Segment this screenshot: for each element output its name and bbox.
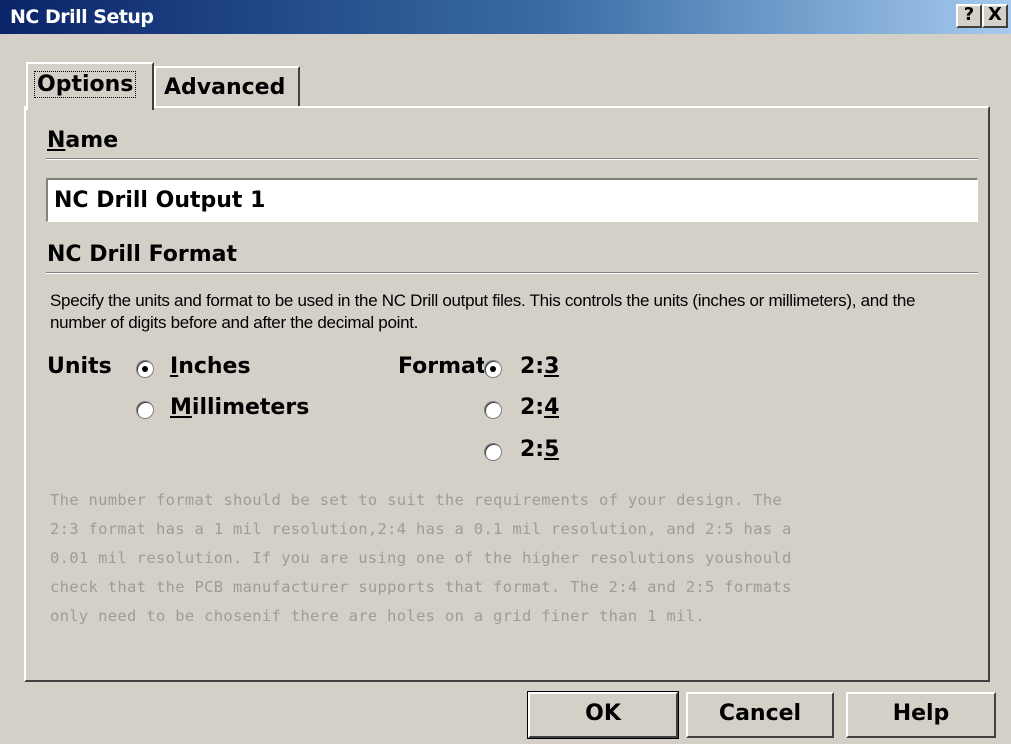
radio-selected-dot bbox=[142, 366, 148, 372]
units-label: Units bbox=[47, 354, 112, 379]
note-line: 0.01 mil resolution. If you are using on… bbox=[50, 549, 792, 567]
format-divider bbox=[46, 272, 978, 274]
radio-selected-dot bbox=[490, 366, 496, 372]
name-heading: Name bbox=[47, 128, 119, 153]
format-2-3-label[interactable]: 2:3 bbox=[520, 354, 559, 379]
format-2-4-radio[interactable] bbox=[484, 401, 502, 419]
nc-drill-format-heading: NC Drill Format bbox=[47, 242, 237, 267]
tab-advanced-label: Advanced bbox=[164, 75, 286, 100]
help-button[interactable]: Help bbox=[846, 692, 996, 738]
tab-advanced[interactable]: Advanced bbox=[154, 66, 300, 106]
close-icon[interactable]: X bbox=[982, 4, 1008, 28]
units-millimeters-radio[interactable] bbox=[136, 401, 154, 419]
tab-options-label: Options bbox=[33, 71, 137, 98]
note-line: 2:3 format has a 1 mil resolution,2:4 ha… bbox=[50, 520, 792, 538]
units-inches-radio[interactable] bbox=[136, 360, 154, 378]
format-2-4-label[interactable]: 2:4 bbox=[520, 395, 559, 420]
units-millimeters-label[interactable]: Millimeters bbox=[170, 395, 310, 420]
format-2-5-radio[interactable] bbox=[484, 443, 502, 461]
tab-options[interactable]: Options bbox=[26, 62, 154, 110]
name-divider bbox=[46, 158, 978, 160]
name-field[interactable]: NC Drill Output 1 bbox=[46, 178, 978, 222]
format-2-5-label[interactable]: 2:5 bbox=[520, 437, 559, 462]
ok-button[interactable]: OK bbox=[527, 691, 679, 739]
format-label: Format bbox=[398, 354, 484, 379]
window-title: NC Drill Setup bbox=[10, 6, 154, 28]
format-note: The number format should be set to suit … bbox=[50, 486, 980, 631]
note-line: The number format should be set to suit … bbox=[50, 491, 783, 509]
cancel-button[interactable]: Cancel bbox=[686, 692, 834, 738]
title-bar[interactable]: NC Drill Setup ? X bbox=[0, 0, 1011, 34]
nc-drill-setup-dialog: NC Drill Setup ? X Options Advanced Name… bbox=[0, 0, 1011, 744]
note-line: check that the PCB manufacturer supports… bbox=[50, 578, 792, 596]
note-line: only need to be chosenif there are holes… bbox=[50, 607, 705, 625]
help-icon[interactable]: ? bbox=[956, 4, 982, 28]
format-2-3-radio[interactable] bbox=[484, 360, 502, 378]
format-description: Specify the units and format to be used … bbox=[50, 291, 916, 332]
units-inches-label[interactable]: Inches bbox=[170, 354, 251, 379]
